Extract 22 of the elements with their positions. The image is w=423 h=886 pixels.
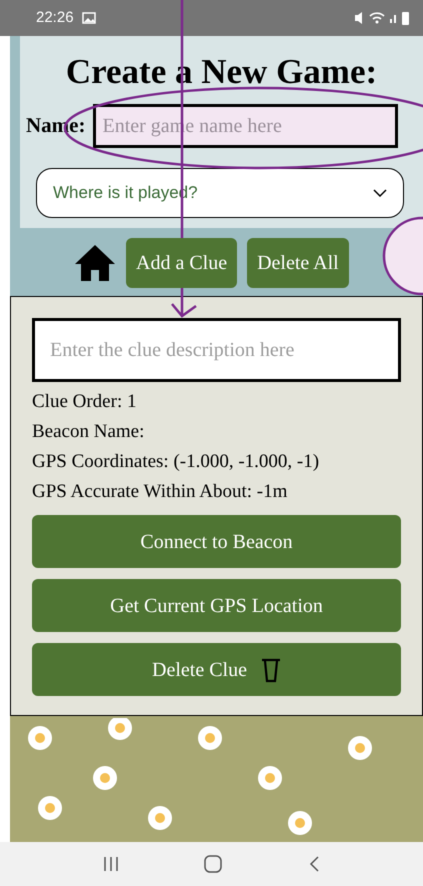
image-icon	[82, 12, 96, 24]
home-icon[interactable]	[74, 244, 116, 282]
battery-icon	[402, 12, 409, 24]
clue-detail-text: GPS Coordinates: (-1.000, -1.000, -1)	[32, 450, 320, 474]
signal-icon	[390, 13, 397, 23]
clue-action-button[interactable]: Delete Clue	[32, 643, 401, 696]
clue-action-button[interactable]: Get Current GPS Location	[32, 579, 401, 632]
recent-apps-icon[interactable]	[102, 856, 119, 872]
home-button-icon[interactable]	[204, 855, 222, 873]
toolbar-button[interactable]: Delete All	[247, 238, 349, 288]
clue-action-button[interactable]: Connect to Beacon	[32, 515, 401, 568]
trash-icon	[260, 656, 281, 682]
clock-text: 22:26	[36, 8, 74, 28]
wifi-icon	[369, 12, 385, 24]
back-icon[interactable]	[308, 856, 320, 872]
clue-description-field[interactable]: Enter the clue description here	[32, 318, 401, 382]
clue-detail-text: Clue Order: 1	[32, 390, 138, 414]
clue-detail-text: GPS Accurate Within About: -1m	[32, 480, 288, 504]
toolbar-button[interactable]: Add a Clue	[126, 238, 238, 288]
clue-detail-text: Beacon Name:	[32, 420, 146, 444]
mute-icon	[355, 11, 364, 25]
chevron-down-icon	[373, 189, 387, 197]
